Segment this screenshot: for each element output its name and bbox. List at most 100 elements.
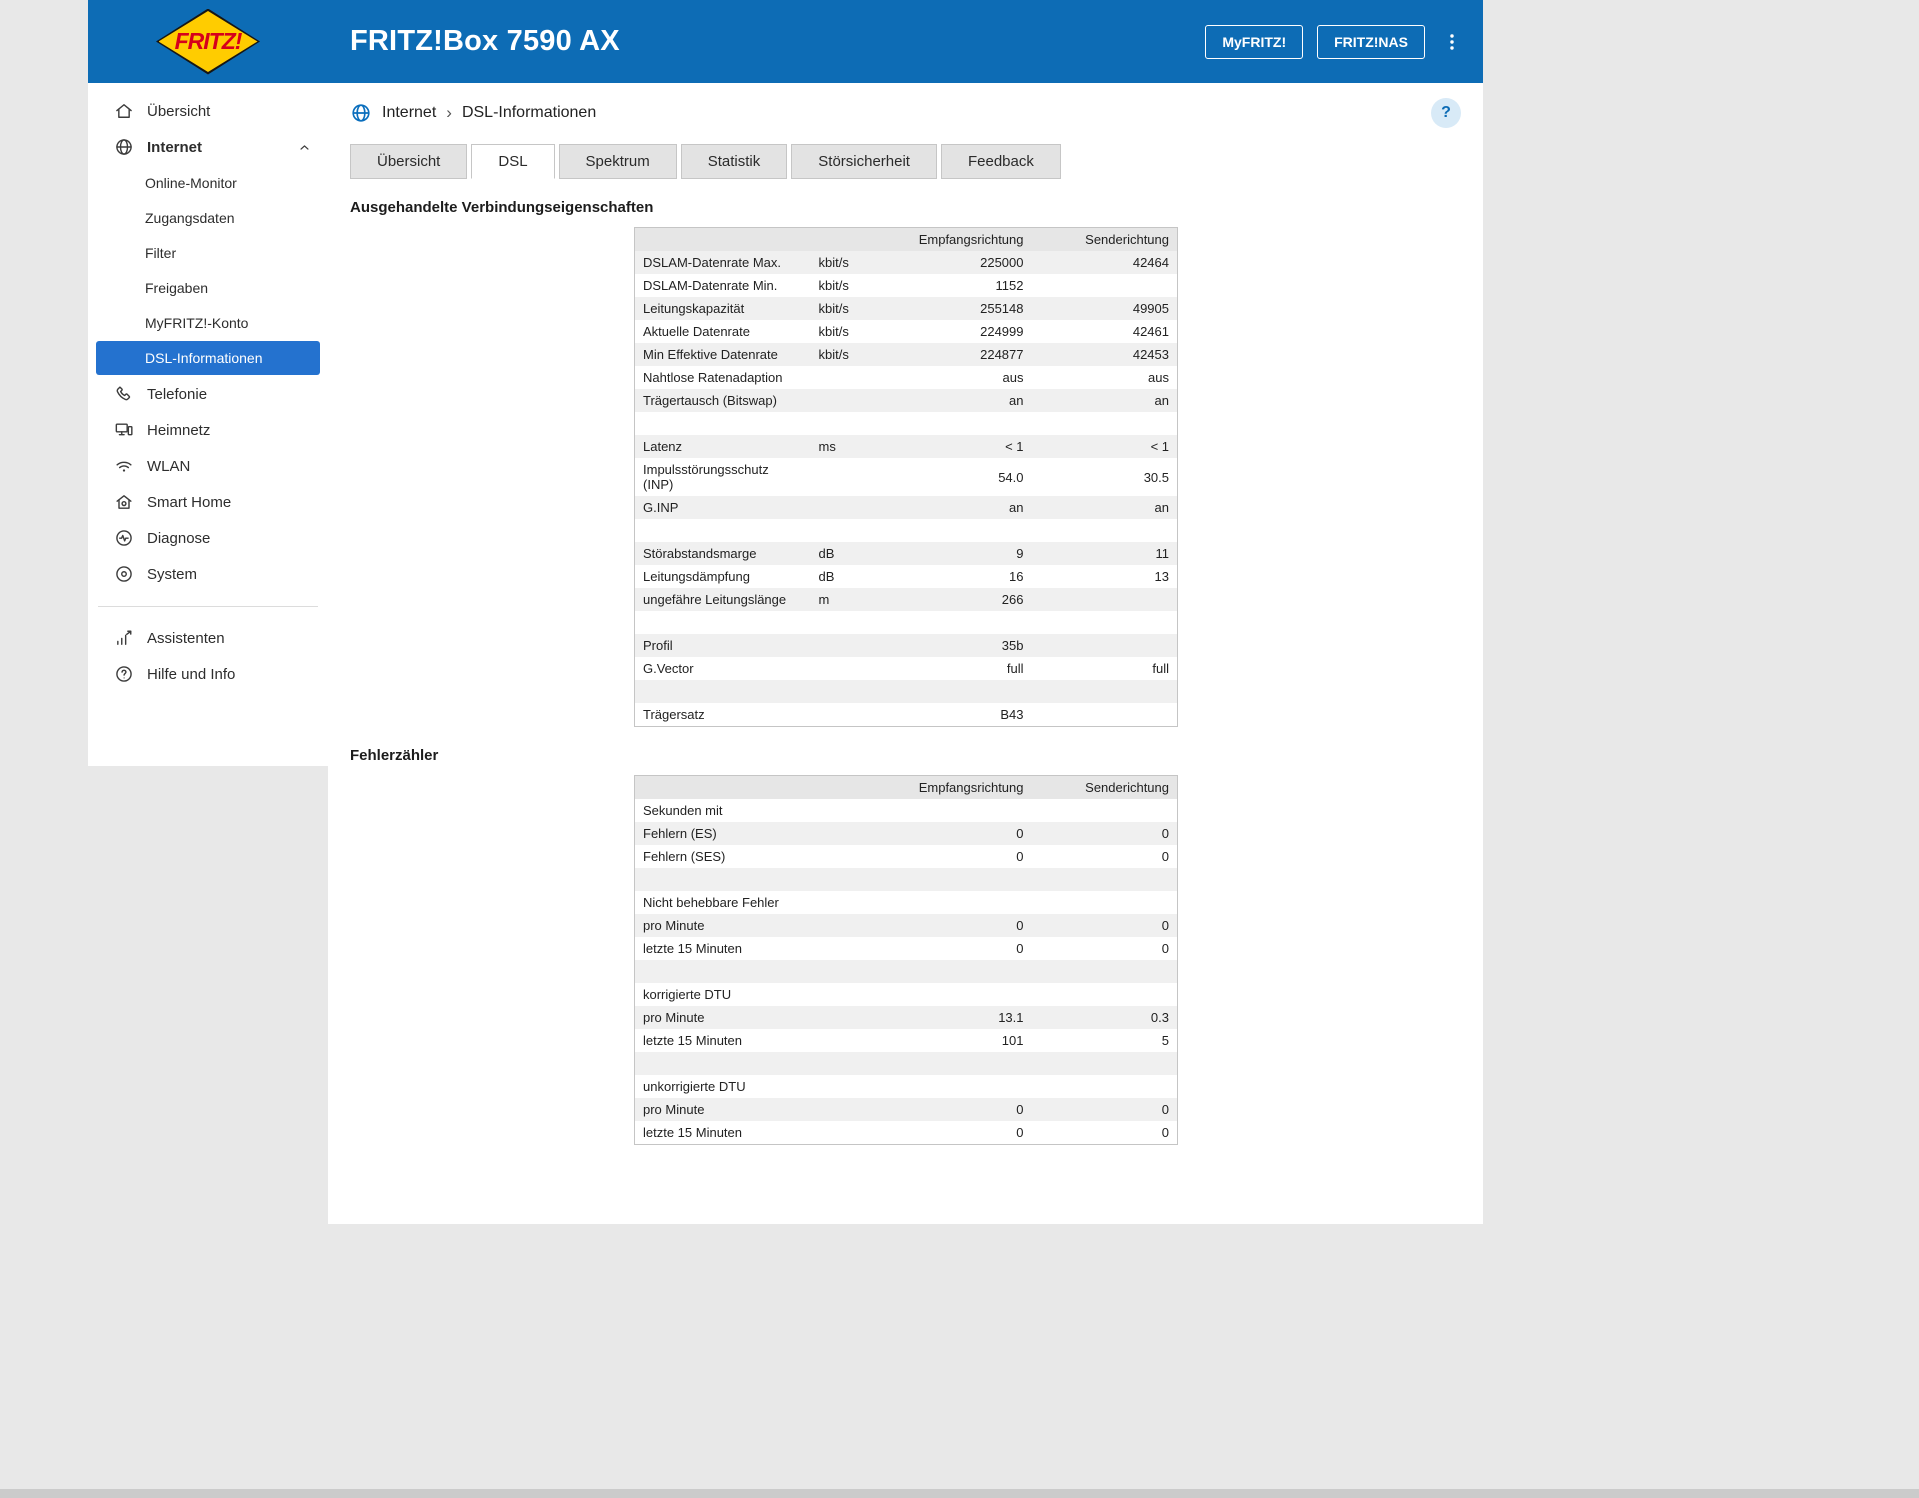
table-row: Trägertausch (Bitswap) an an [634,389,1178,412]
sidebar-item-label: Hilfe und Info [147,665,236,683]
cell-label: Latenz [643,439,683,454]
cell-label: Impulsstörungsschutz (INP) [643,462,769,492]
devices-icon [114,420,134,440]
tab-feedback[interactable]: Feedback [940,144,1061,179]
cell-unit: kbit/s [818,255,849,270]
header-cell-tx: Senderichtung [1031,775,1178,799]
cell-tx [1032,1075,1178,1098]
spacer-cell [635,412,1178,435]
sidebar-item-wlan[interactable]: WLAN [88,448,328,484]
kebab-menu-icon[interactable] [1437,25,1467,59]
table-row: Impulsstörungsschutz (INP) 54.0 30.5 [635,458,1178,496]
cell-rx [911,983,1032,1006]
connection-table: Empfangsrichtung Senderichtung DSLAM-Dat… [634,227,1178,727]
sidebar-nav: Übersicht Internet Online-Monitor Zugangsda… [88,83,328,766]
cell-rx: 255148 [980,301,1024,316]
cell-rx: 54.0 [998,469,1024,485]
cell-rx: 0 [1016,849,1024,864]
fritz-nas-button[interactable]: FRITZ!NAS [1317,24,1425,59]
cell-rx: 266 [1001,592,1024,607]
table-header-row: Empfangsrichtung Senderichtung [634,775,1178,799]
phone-icon [114,384,134,404]
header-cell-label [634,775,911,799]
help-button[interactable]: ? [1431,98,1461,128]
sidebar-item-internet[interactable]: Internet [88,129,328,165]
section-title-connection: Ausgehandelte Verbindungseigenschaften [350,199,654,216]
cell-label: Nicht behebbare Fehler [643,895,779,910]
table-row: Leitungsdämpfung dB 16 13 [635,565,1178,588]
breadcrumb-separator-icon: › [446,103,452,122]
table-row: G.INP an an [634,496,1178,519]
tab-statistik[interactable]: Statistik [680,144,788,179]
cell-label: Trägertausch (Bitswap) [643,393,777,408]
cell-tx [1032,274,1178,297]
sidebar-item-filter[interactable]: Filter [96,236,320,270]
sidebar-item-dsl-informationen[interactable]: DSL-Informationen [96,341,320,375]
cell-tx: 42464 [1132,255,1169,270]
cell-rx [911,891,1032,914]
table-row: DSLAM-Datenrate Min. kbit/s 1152 [635,274,1178,297]
sidebar-item-zugangsdaten[interactable]: Zugangsdaten [96,201,320,235]
table-group-row: unkorrigierte DTU [635,1075,1178,1098]
logo-area[interactable]: FRITZ! [88,8,328,75]
table-row: G.Vector full full [635,657,1178,680]
myfritz-button[interactable]: MyFRITZ! [1205,24,1304,59]
sidebar-item-uebersicht[interactable]: Übersicht [88,93,328,129]
app-window: FRITZ! FRITZ!Box 7590 AX MyFRITZ! FRITZ!N… [88,0,1483,1224]
sidebar-item-telefonie[interactable]: Telefonie [88,376,328,412]
cell-rx: 224877 [980,347,1024,362]
fritz-logo-face: FRITZ! [158,11,258,72]
cell-label: Trägersatz [643,707,705,722]
section-title-errors: Fehlerzähler [350,747,439,764]
tab-stoersicherheit[interactable]: Störsicherheit [791,144,937,179]
table-row: Leitungskapazität kbit/s 255148 49905 [634,297,1178,320]
cell-rx: 0 [1016,826,1024,841]
cell-tx: 0 [1161,1125,1169,1140]
breadcrumb-item-internet[interactable]: Internet [382,104,436,122]
sidebar-item-diagnose[interactable]: Diagnose [88,520,328,556]
sidebar-divider [98,606,318,607]
cell-label: pro Minute [643,918,705,933]
sidebar-item-smart-home[interactable]: Smart Home [88,484,328,520]
cell-unit [811,634,911,657]
cell-rx: 0 [1016,918,1024,933]
table-row: DSLAM-Datenrate Max. kbit/s 225000 42464 [634,251,1178,274]
spacer-row [634,1052,1178,1075]
sidebar-item-system[interactable]: System [88,556,328,592]
cell-label: korrigierte DTU [643,987,732,1002]
cell-unit [811,496,911,519]
sidebar-item-myfritz-konto[interactable]: MyFRITZ!-Konto [96,306,320,340]
cell-label: Min Effektive Datenrate [643,347,778,362]
spacer-cell [635,611,1178,634]
cell-rx: 0 [1016,941,1024,956]
cell-label: ungefähre Leitungslänge [643,592,787,607]
tab-dsl[interactable]: DSL [471,144,555,179]
tab-spektrum[interactable]: Spektrum [558,144,677,179]
assistant-icon [114,628,134,648]
help-icon [114,664,134,684]
sidebar-item-assistenten[interactable]: Assistenten [88,620,328,656]
cell-unit [811,703,911,727]
error-table: Empfangsrichtung Senderichtung Sekunden … [634,775,1178,1145]
cell-unit: kbit/s [818,324,849,339]
sidebar-item-label: Diagnose [147,529,211,547]
cell-rx: 225000 [980,255,1024,270]
globe-icon [114,137,134,157]
sidebar-item-label: Assistenten [147,629,225,647]
tab-bar: Übersicht DSL Spektrum Statistik Störsicherh… [350,144,1483,179]
sidebar-item-label: Internet [147,138,203,156]
header-cell-rx: Empfangsrichtung [910,775,1032,799]
cell-label: unkorrigierte DTU [643,1079,746,1094]
cell-rx: an [1009,393,1024,408]
cell-label: letzte 15 Minuten [643,941,743,956]
sidebar-item-online-monitor[interactable]: Online-Monitor [96,166,320,200]
sidebar-item-hilfe-und-info[interactable]: Hilfe und Info [88,656,328,692]
sidebar-item-label: Heimnetz [147,421,211,439]
tab-uebersicht[interactable]: Übersicht [350,144,468,179]
cell-tx: < 1 [1150,439,1169,454]
sidebar-item-freigaben[interactable]: Freigaben [96,271,320,305]
sidebar-item-heimnetz[interactable]: Heimnetz [88,412,328,448]
table-row: Störabstandsmarge dB 9 11 [634,542,1178,565]
horizontal-scrollbar[interactable] [0,1489,1919,1498]
wifi-icon [114,456,134,476]
